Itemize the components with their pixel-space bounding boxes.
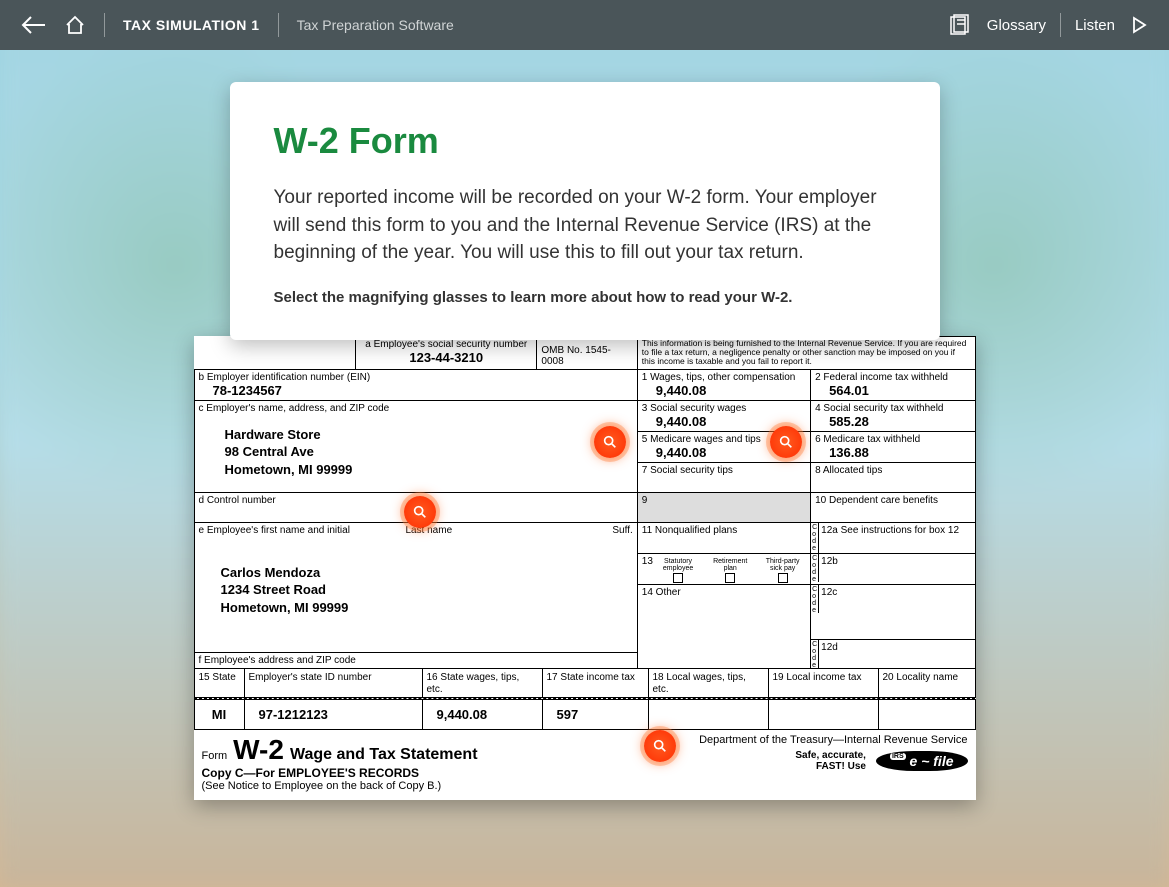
safe-line1: Safe, accurate, xyxy=(795,750,866,761)
form-prefix: Form xyxy=(202,750,228,762)
glossary-icon[interactable] xyxy=(949,14,973,36)
box4-value: 585.28 xyxy=(815,414,970,429)
box1-label: 1 Wages, tips, other compensation xyxy=(642,372,806,383)
retirement-checkbox xyxy=(725,573,735,583)
employer-addr1: 98 Central Ave xyxy=(225,443,633,461)
box-b-value: 78-1234567 xyxy=(199,383,633,398)
top-bar: TAX SIMULATION 1 Tax Preparation Softwar… xyxy=(0,0,1169,50)
w2-form: a Employee's social security number 123-… xyxy=(194,336,976,801)
listen-link[interactable]: Listen xyxy=(1075,17,1115,34)
furnish-text: This information is being furnished to t… xyxy=(637,336,975,369)
box12d-label: 12d xyxy=(819,640,840,668)
box17-value: 597 xyxy=(542,700,648,730)
glossary-link[interactable]: Glossary xyxy=(987,17,1046,34)
dept-line: Department of the Treasury—Internal Reve… xyxy=(699,734,967,746)
box15-state: MI xyxy=(194,700,244,730)
box17-label: 17 State income tax xyxy=(547,672,635,683)
info-card: W-2 Form Your reported income will be re… xyxy=(230,82,940,340)
box-a-label: a Employee's social security number xyxy=(360,339,532,350)
card-instruction: Select the magnifying glasses to learn m… xyxy=(274,289,896,306)
card-heading: W-2 Form xyxy=(274,120,896,162)
box-e-label: e Employee's first name and initial xyxy=(199,525,406,536)
efile-logo: IRS e ~ file xyxy=(876,751,968,771)
magnify-tax-withheld-icon[interactable] xyxy=(770,426,802,458)
box-a-value: 123-44-3210 xyxy=(360,350,532,365)
form-code: W-2 xyxy=(233,734,284,766)
divider xyxy=(278,13,279,37)
magnify-wages-icon[interactable] xyxy=(594,426,626,458)
box10-label: 10 Dependent care benefits xyxy=(815,495,970,506)
divider xyxy=(1060,13,1061,37)
employee-addr2: Hometown, MI 99999 xyxy=(221,599,637,617)
sim-title: TAX SIMULATION 1 xyxy=(123,17,260,33)
box6-label: 6 Medicare tax withheld xyxy=(815,434,970,445)
box1-value: 9,440.08 xyxy=(642,383,806,398)
box2-label: 2 Federal income tax withheld xyxy=(815,372,970,383)
page-subtitle: Tax Preparation Software xyxy=(297,17,454,33)
box13-retirement: Retirement plan xyxy=(711,558,749,572)
magnify-employer-icon[interactable] xyxy=(404,496,436,528)
box13-sickpay: Third-party sick pay xyxy=(759,558,806,572)
employer-name: Hardware Store xyxy=(225,426,633,444)
box7-label: 7 Social security tips xyxy=(642,465,806,490)
box20-label: 20 Locality name xyxy=(883,672,959,683)
box15-ein-value: 97-1212123 xyxy=(244,700,422,730)
copy-line: Copy C—For EMPLOYEE'S RECORDS xyxy=(202,766,478,780)
sickpay-checkbox xyxy=(778,573,788,583)
box3-label: 3 Social security wages xyxy=(642,403,806,414)
box16-value: 9,440.08 xyxy=(422,700,542,730)
box-f-label: f Employee's address and ZIP code xyxy=(195,652,637,668)
box-e-lastname: Last name xyxy=(405,525,612,536)
box15-label: 15 State xyxy=(199,672,236,683)
box-c-label: c Employer's name, address, and ZIP code xyxy=(199,403,633,414)
safe-line2: FAST! Use xyxy=(795,761,866,772)
back-arrow-icon[interactable] xyxy=(20,15,46,35)
box9-label: 9 xyxy=(642,495,806,506)
home-icon[interactable] xyxy=(64,14,86,36)
omb-number: OMB No. 1545-0008 xyxy=(541,345,632,367)
box6-value: 136.88 xyxy=(815,445,970,460)
box12c-label: 12c xyxy=(819,585,839,613)
divider xyxy=(104,13,105,37)
magnify-state-tax-icon[interactable] xyxy=(644,730,676,762)
play-icon[interactable] xyxy=(1129,15,1149,35)
box16-label: 16 State wages, tips, etc. xyxy=(427,672,520,695)
statutory-checkbox xyxy=(673,573,683,583)
employer-addr2: Hometown, MI 99999 xyxy=(225,461,633,479)
employee-name: Carlos Mendoza xyxy=(221,564,637,582)
box11-label: 11 Nonqualified plans xyxy=(642,525,806,550)
notice-line: (See Notice to Employee on the back of C… xyxy=(202,780,478,792)
box14-label: 14 Other xyxy=(642,587,806,598)
box19-label: 19 Local income tax xyxy=(773,672,862,683)
box4-label: 4 Social security tax withheld xyxy=(815,403,970,414)
box18-label: 18 Local wages, tips, etc. xyxy=(653,672,746,695)
box13-statutory: Statutory employee xyxy=(655,558,701,572)
box2-value: 564.01 xyxy=(815,383,970,398)
box-e-suffix: Suff. xyxy=(612,525,632,536)
box8-label: 8 Allocated tips xyxy=(815,465,970,476)
card-body: Your reported income will be recorded on… xyxy=(274,184,896,267)
box-b-label: b Employer identification number (EIN) xyxy=(199,372,633,383)
box13-label: 13 xyxy=(642,556,653,584)
form-footer: Form W-2 Wage and Tax Statement Copy C—F… xyxy=(194,730,976,800)
box12b-label: 12b xyxy=(819,554,840,582)
employee-addr1: 1234 Street Road xyxy=(221,581,637,599)
form-title: Wage and Tax Statement xyxy=(290,746,478,764)
box12a-label: 12a See instructions for box 12 xyxy=(819,523,961,553)
box15-ein-label: Employer's state ID number xyxy=(249,672,372,683)
